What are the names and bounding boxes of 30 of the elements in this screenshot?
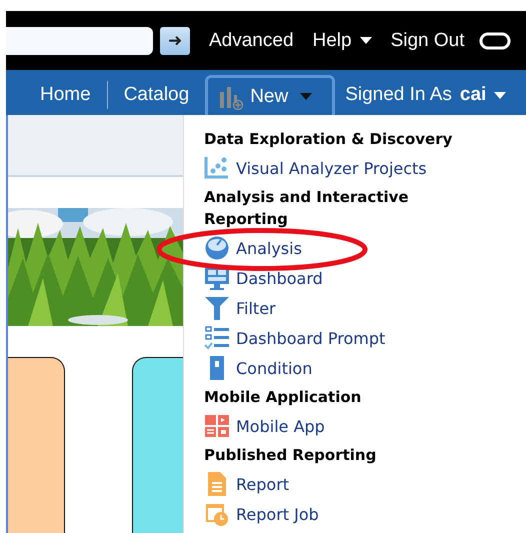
menu-item[interactable]: Report Job xyxy=(204,499,526,529)
door-icon xyxy=(210,356,224,380)
search-go-button[interactable]: ➜ xyxy=(160,26,190,54)
menu-item[interactable]: Filter xyxy=(204,293,526,323)
checklist-icon xyxy=(204,326,229,350)
menu-item[interactable]: Dashboard Prompt xyxy=(204,323,526,353)
menu-section-header: Published Reporting xyxy=(204,445,378,466)
menu-item[interactable]: Dashboard xyxy=(204,263,526,293)
search-field[interactable] xyxy=(6,26,153,54)
menu-item[interactable]: Analysis xyxy=(204,233,526,263)
menu-item[interactable]: Mobile App xyxy=(204,411,526,441)
document-icon xyxy=(208,472,226,496)
nav-tab[interactable]: Home xyxy=(32,75,99,115)
menu-section-header: Analysis and Interactive Reporting xyxy=(204,187,410,230)
funnel-icon xyxy=(205,297,229,320)
menu-section-header: Mobile Application xyxy=(204,387,362,408)
menu-item[interactable]: Visual Analyzer Projects xyxy=(204,153,526,183)
scatter-chart-icon xyxy=(204,157,228,178)
top-link[interactable]: Help xyxy=(312,30,372,52)
app-grid-icon xyxy=(205,415,229,437)
calendar-clock-icon xyxy=(206,504,228,526)
menu-section-header: Data Exploration & Discovery xyxy=(204,129,454,150)
top-link[interactable]: Sign Out xyxy=(390,30,465,52)
caret-icon xyxy=(494,92,506,98)
nav-tab[interactable]: Catalog xyxy=(116,75,198,115)
menu-item[interactable]: Report xyxy=(204,469,526,499)
menu-item[interactable]: Condition xyxy=(204,353,526,383)
gauge-icon xyxy=(206,236,228,260)
signed-in-menu[interactable]: Signed In As cai xyxy=(345,75,506,115)
top-link[interactable]: Advanced xyxy=(209,30,294,52)
